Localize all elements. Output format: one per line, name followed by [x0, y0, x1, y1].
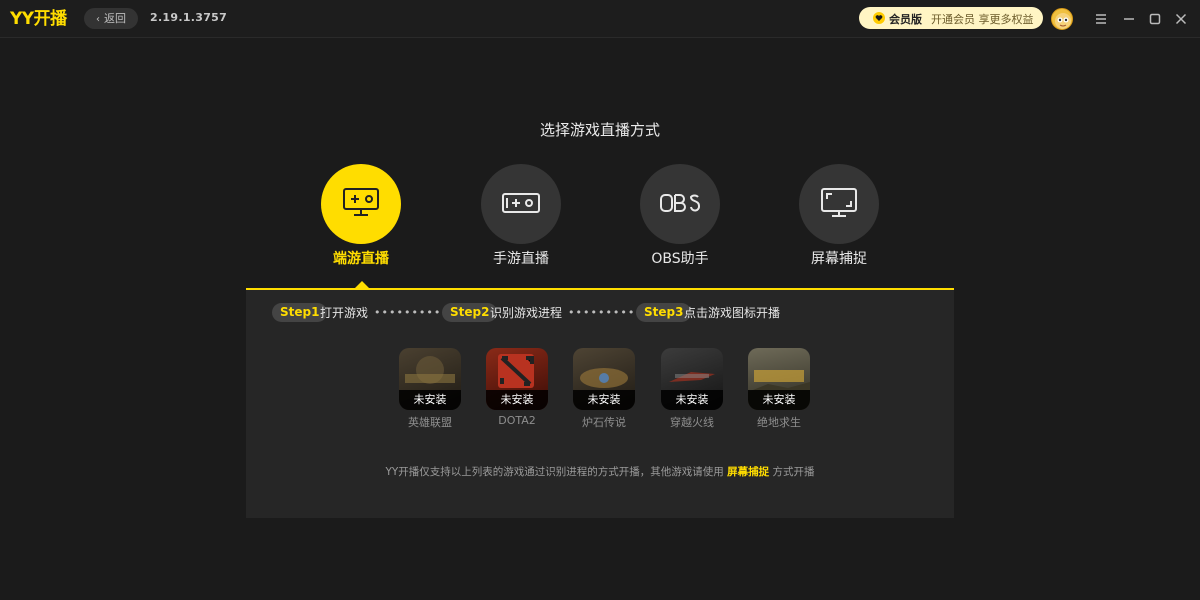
vip-promo-text: 开通会员 享更多权益 — [931, 11, 1034, 27]
chevron-left-icon: ‹ — [96, 14, 100, 25]
game-name: 绝地求生 — [746, 414, 812, 430]
install-status: 未安装 — [661, 390, 723, 410]
support-note: YY开播仅支持以上列表的游戏通过识别进程的方式开播，其他游戏请使用 屏幕捕捉 方… — [246, 464, 954, 479]
game-thumbnail: 未安装 — [399, 348, 461, 410]
mode-label: 屏幕捕捉 — [769, 248, 909, 268]
game-tile-lol[interactable]: 未安装 英雄联盟 — [397, 348, 463, 430]
step-text: 点击游戏图标开播 — [684, 304, 780, 321]
active-mode-pointer — [355, 281, 369, 288]
vip-badge: 会员版 — [889, 11, 922, 27]
mode-mobile-game[interactable]: 手游直播 — [481, 164, 561, 244]
close-icon[interactable] — [1171, 9, 1191, 29]
game-thumbnail: 未安装 — [661, 348, 723, 410]
vip-heart-icon — [873, 12, 885, 24]
page-title: 选择游戏直播方式 — [0, 119, 1200, 140]
mode-detail-panel: Step1 打开游戏 ••••••••••› Step2 识别游戏进程 ••••… — [246, 288, 954, 518]
mode-label: 手游直播 — [451, 248, 591, 268]
back-label: 返回 — [104, 12, 126, 25]
step-text: 打开游戏 — [320, 304, 368, 321]
install-status: 未安装 — [748, 390, 810, 410]
menu-icon[interactable] — [1091, 9, 1111, 29]
install-status: 未安装 — [486, 390, 548, 410]
mode-pc-game[interactable]: 端游直播 — [321, 164, 401, 244]
note-prefix: YY开播仅支持以上列表的游戏通过识别进程的方式开播，其他游戏请使用 — [385, 466, 723, 478]
game-tile-hearthstone[interactable]: 未安装 炉石传说 — [571, 348, 637, 430]
pc-game-icon — [321, 164, 401, 244]
mobile-game-icon — [481, 164, 561, 244]
avatar[interactable] — [1051, 8, 1073, 30]
title-bar: YY开播 ‹ 返回 2.19.1.3757 会员版 开通会员 享更多权益 — [0, 0, 1200, 38]
game-name: DOTA2 — [484, 414, 550, 427]
install-status: 未安装 — [399, 390, 461, 410]
screen-capture-link[interactable]: 屏幕捕捉 — [727, 466, 769, 478]
game-name: 炉石传说 — [571, 414, 637, 430]
game-name: 穿越火线 — [659, 414, 725, 430]
game-tile-pubg[interactable]: 未安装 绝地求生 — [746, 348, 812, 430]
vip-promo-button[interactable]: 会员版 开通会员 享更多权益 — [859, 7, 1043, 29]
mode-screen-capture[interactable]: 屏幕捕捉 — [799, 164, 879, 244]
game-tile-dota2[interactable]: 未安装 DOTA2 — [484, 348, 550, 427]
note-suffix: 方式开播 — [773, 466, 815, 478]
game-tile-crossfire[interactable]: 未安装 穿越火线 — [659, 348, 725, 430]
mode-obs[interactable]: OBS助手 — [640, 164, 720, 244]
step-text: 识别游戏进程 — [490, 304, 562, 321]
obs-icon — [640, 164, 720, 244]
back-button[interactable]: ‹ 返回 — [84, 8, 138, 29]
mode-label: 端游直播 — [291, 248, 431, 268]
game-thumbnail: 未安装 — [748, 348, 810, 410]
mode-label: OBS助手 — [610, 248, 750, 268]
app-logo: YY开播 — [10, 8, 67, 30]
maximize-icon[interactable] — [1145, 9, 1165, 29]
minimize-icon[interactable] — [1119, 9, 1139, 29]
version-label: 2.19.1.3757 — [150, 11, 227, 24]
game-name: 英雄联盟 — [397, 414, 463, 430]
game-thumbnail: 未安装 — [573, 348, 635, 410]
screen-capture-icon — [799, 164, 879, 244]
install-status: 未安装 — [573, 390, 635, 410]
game-thumbnail: 未安装 — [486, 348, 548, 410]
